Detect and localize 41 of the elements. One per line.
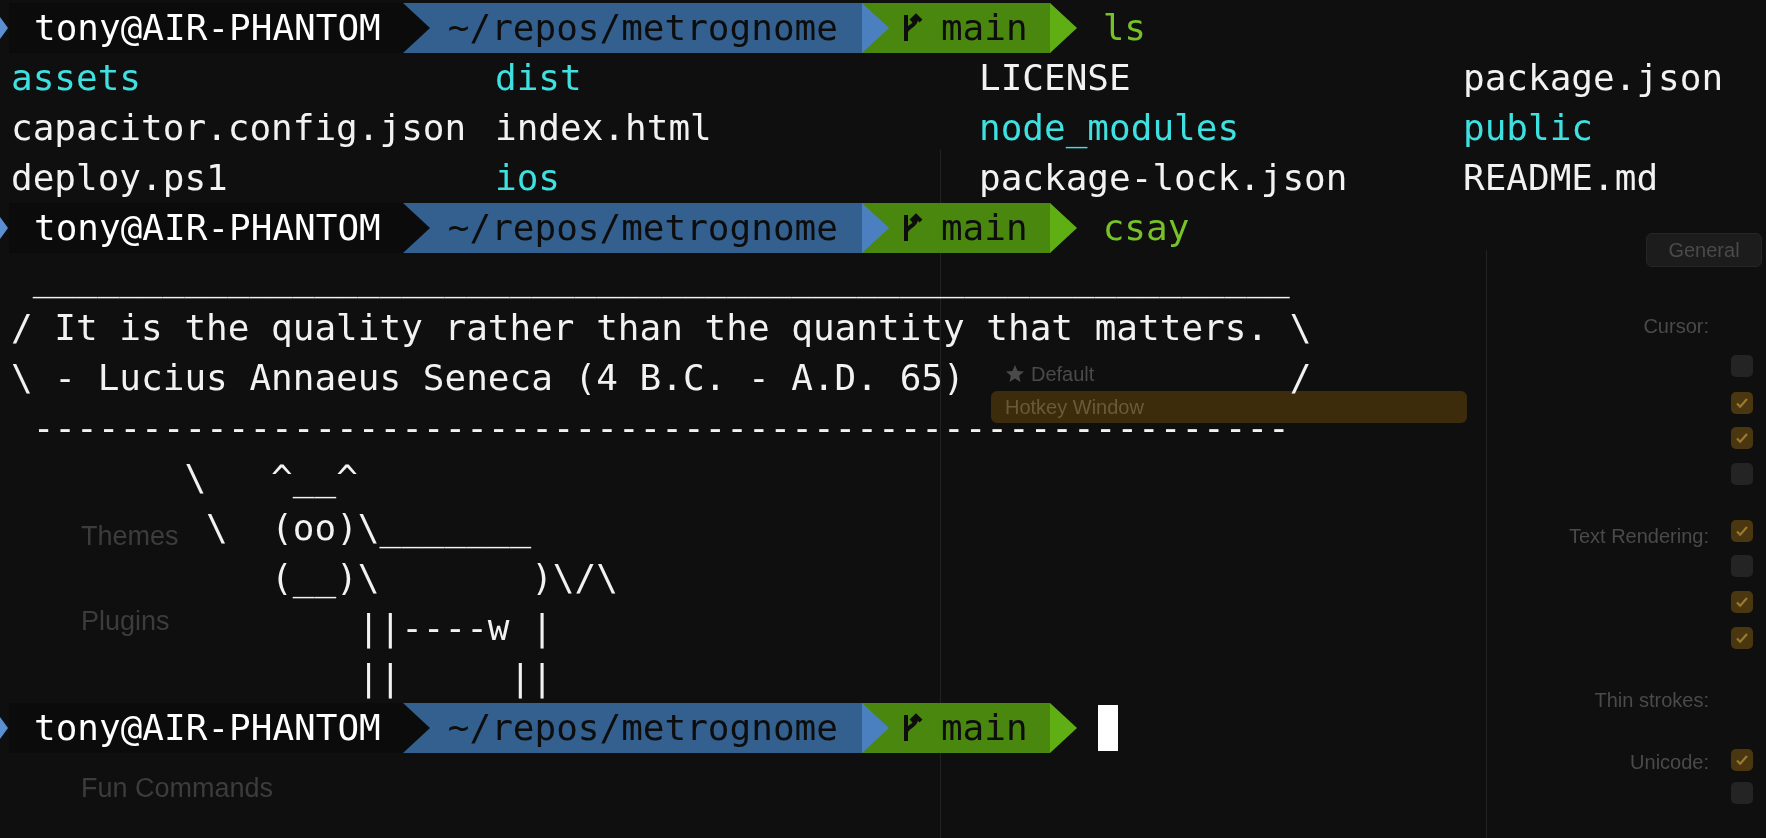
prompt-path: ~/repos/metrognome — [430, 203, 862, 253]
prompt-branch: main — [889, 203, 1050, 253]
file-name: capacitor.config.json — [11, 110, 468, 146]
command-text: ls — [1102, 10, 1146, 46]
powerline-arrow-icon — [1049, 703, 1078, 753]
file-name: index.html — [495, 110, 713, 146]
prompt-branch: main — [889, 3, 1050, 53]
powerline-arrow-icon — [1049, 3, 1078, 53]
powerline-arrow-icon — [1049, 203, 1078, 253]
output-text: / It is the quality rather than the quantity that matters. \ — [11, 310, 1312, 346]
output-text: \ — [184, 460, 207, 496]
checkbox[interactable] — [1731, 749, 1753, 771]
checkbox[interactable] — [1731, 591, 1753, 613]
powerline-arrow-icon — [861, 3, 890, 53]
file-name: package.json — [1463, 60, 1725, 96]
output-text: \ — [206, 510, 228, 546]
file-name: README.md — [1463, 160, 1660, 196]
file-name: public — [1463, 110, 1595, 146]
checkbox[interactable] — [1731, 392, 1753, 414]
file-name: ios — [495, 160, 562, 196]
setting-label: Unicode: — [1630, 750, 1709, 775]
file-name: deploy.ps1 — [11, 160, 229, 196]
output-text: )\/\ — [531, 560, 618, 596]
file-name: LICENSE — [979, 60, 1132, 96]
setting-label: Cursor: — [1643, 314, 1709, 339]
powerline-arrow-icon — [861, 203, 890, 253]
file-name: package-lock.json — [979, 160, 1349, 196]
checkbox[interactable] — [1731, 627, 1753, 649]
prompt-path: ~/repos/metrognome — [430, 703, 862, 753]
profile-row[interactable]: Default — [991, 358, 1109, 390]
file-name: dist — [495, 60, 583, 96]
powerline-arrow-icon — [861, 703, 890, 753]
prompt-path: ~/repos/metrognome — [430, 3, 862, 53]
setting-label: Thin strokes: — [1594, 688, 1709, 713]
command-text: csay — [1102, 210, 1190, 246]
file-name: assets — [11, 60, 143, 96]
output-text: \ - Lucius Annaeus Seneca (4 B.C. - A.D. 65) — [11, 360, 965, 396]
setting-label: Text Rendering: — [1568, 524, 1709, 549]
prompt-branch: main — [889, 703, 1050, 753]
checkbox[interactable] — [1731, 427, 1753, 449]
checkbox[interactable] — [1731, 520, 1753, 542]
